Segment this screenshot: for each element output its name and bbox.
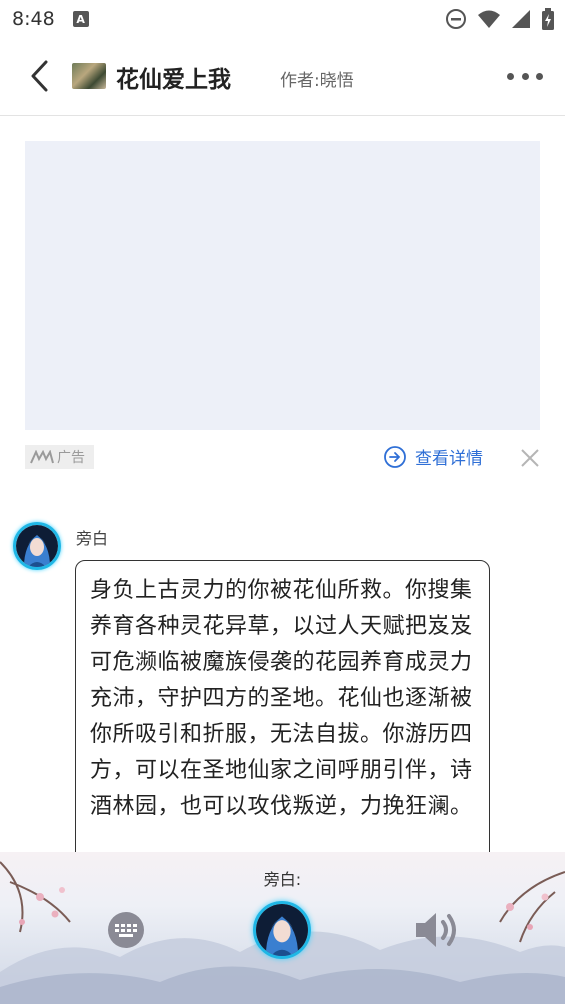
battery-icon <box>542 8 554 30</box>
more-dot <box>507 72 514 80</box>
do-not-disturb-icon <box>446 9 466 29</box>
status-time: 8:48 <box>12 8 55 30</box>
more-dot <box>536 72 543 80</box>
ad-tag: 广告 <box>25 445 94 469</box>
narrator-avatar[interactable] <box>13 522 61 570</box>
speaker-icon[interactable] <box>412 908 466 952</box>
narrator-portrait <box>16 525 58 567</box>
ad-detail-label: 查看详情 <box>415 449 483 469</box>
book-title: 花仙爱上我 <box>116 67 231 93</box>
ad-detail-link[interactable]: 查看详情 <box>383 444 483 469</box>
notification-a-icon: A <box>72 11 89 27</box>
book-cover-thumbnail[interactable] <box>72 63 106 89</box>
more-icon[interactable] <box>507 68 543 84</box>
wifi-icon <box>478 10 500 28</box>
status-icons <box>445 8 555 30</box>
keyboard-glyph <box>115 924 137 937</box>
author-label: 作者:晓悟 <box>280 71 354 91</box>
narrator-avatar-large[interactable] <box>253 901 311 959</box>
keyboard-icon[interactable] <box>108 912 144 948</box>
message-bubble: 身负上古灵力的你被花仙所救。你搜集养育各种灵花异草，以过人天赋把岌岌可危濒临被魔… <box>75 560 490 880</box>
bottom-panel: 旁白: <box>0 852 565 1004</box>
ad-logo-icon <box>30 450 54 464</box>
arrow-in-circle-icon <box>384 445 406 468</box>
status-bar: 8:48 A <box>0 0 565 38</box>
bottom-speaker-label: 旁白: <box>263 870 302 889</box>
app-header: 花仙爱上我 作者:晓悟 <box>0 38 565 116</box>
speaker-name: 旁白 <box>76 529 109 548</box>
signal-icon <box>512 10 530 28</box>
more-dot <box>521 72 529 80</box>
back-arrow-icon[interactable] <box>20 56 60 96</box>
ad-tag-label: 广告 <box>57 450 85 466</box>
close-icon[interactable] <box>518 446 542 470</box>
narrator-portrait-large <box>256 904 308 956</box>
ad-banner[interactable] <box>25 141 540 430</box>
